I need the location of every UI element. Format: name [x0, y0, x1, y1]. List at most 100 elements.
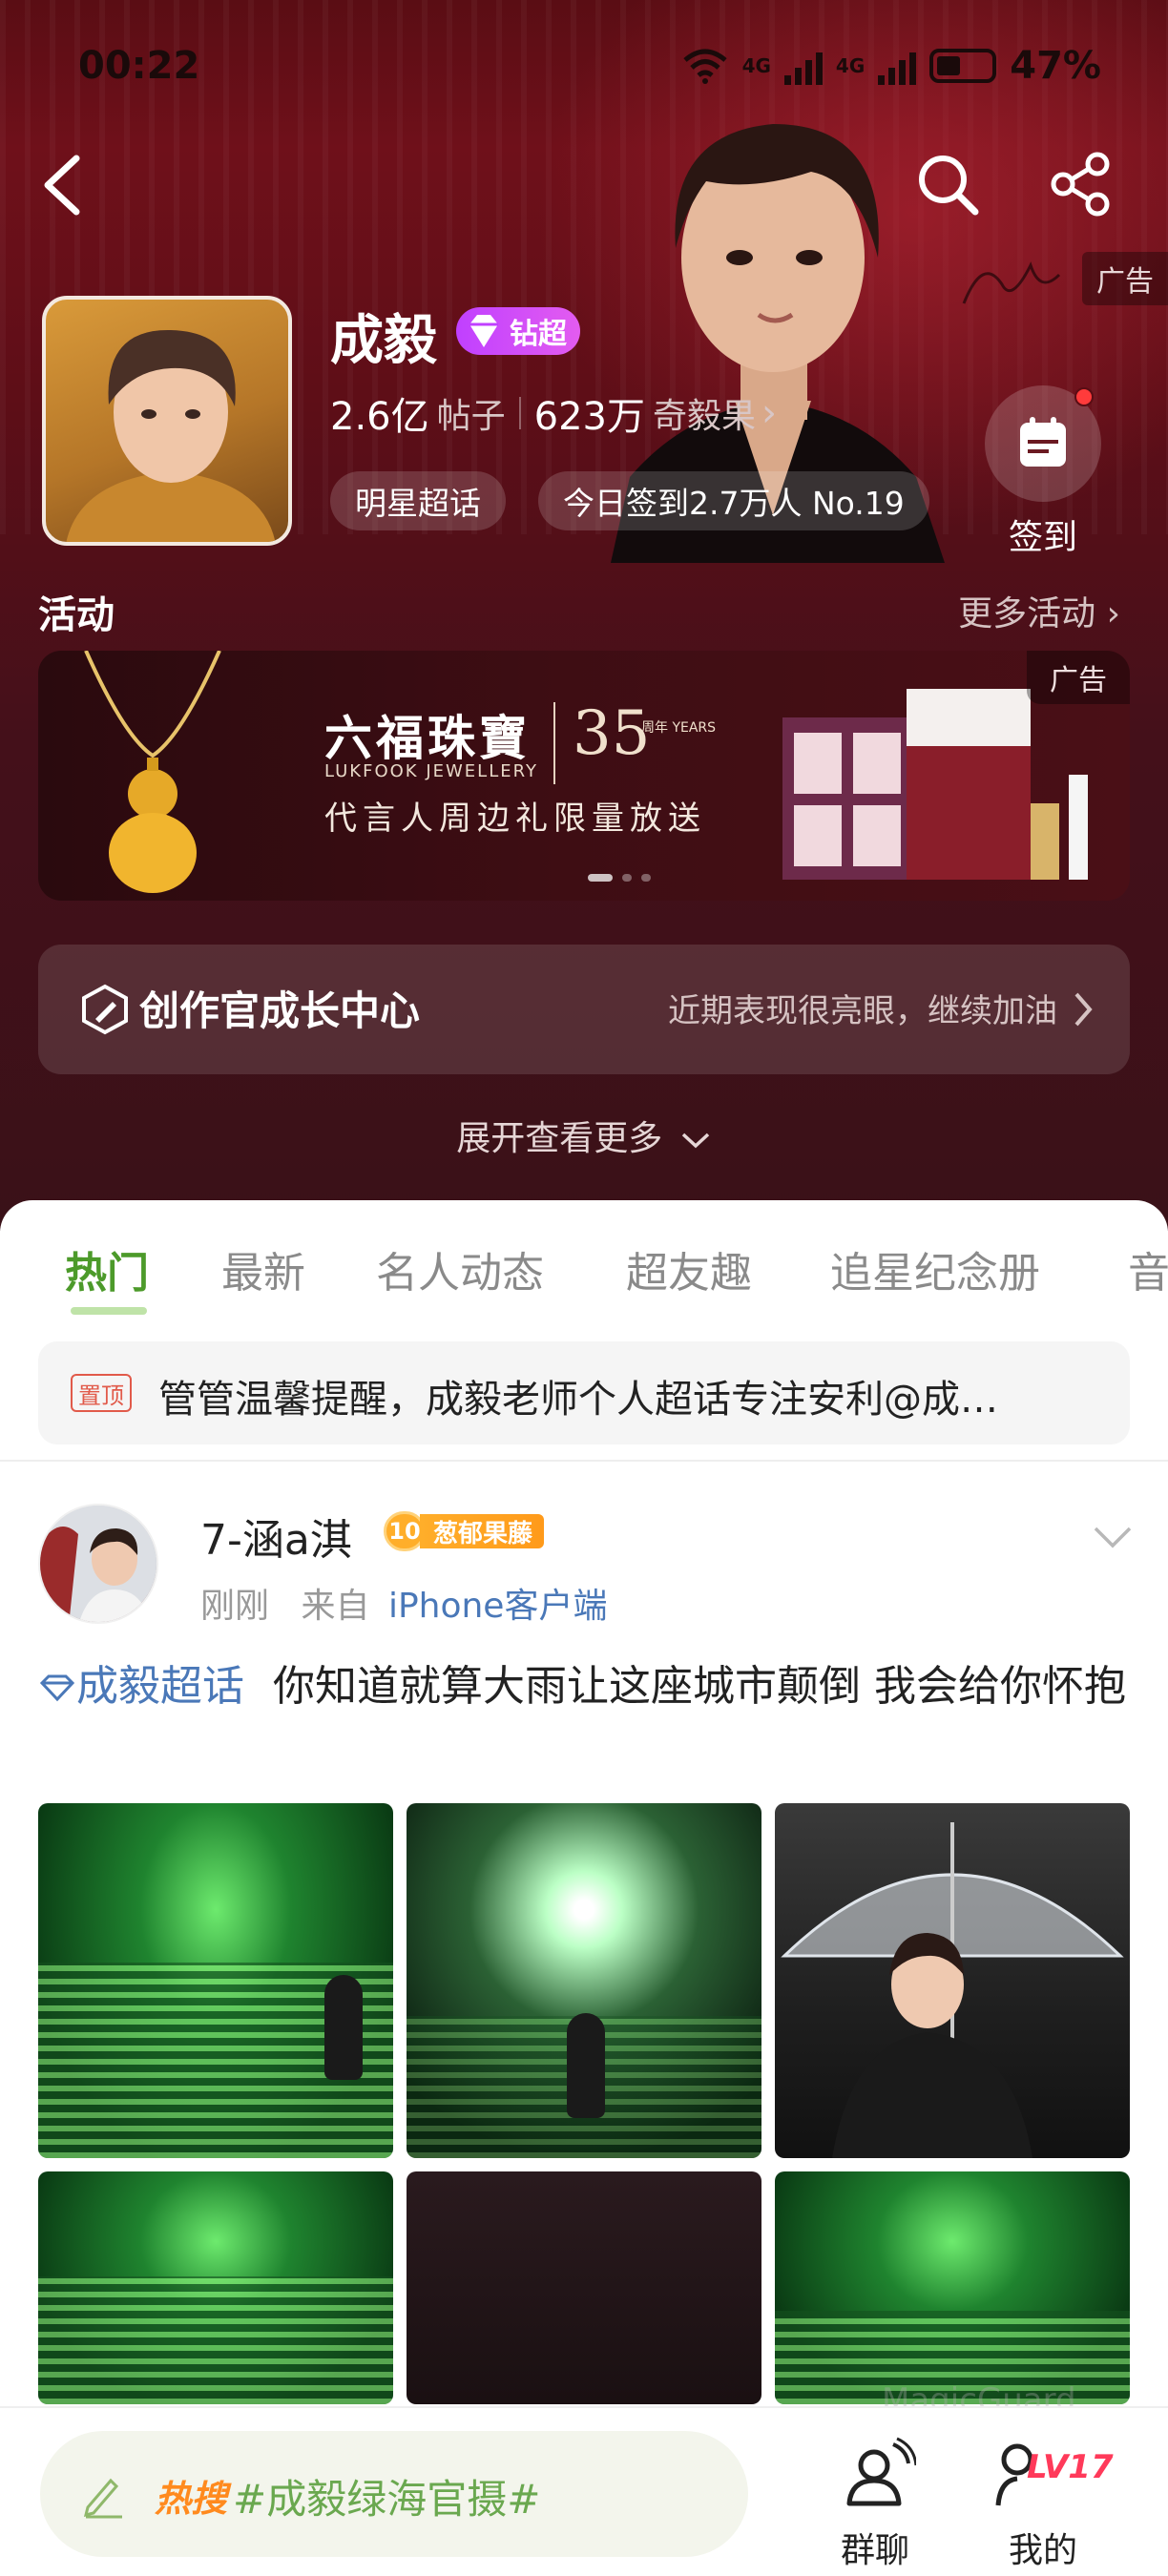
star-topic-chip[interactable]: 明星超话	[330, 471, 506, 530]
banner-divider	[553, 702, 555, 784]
search-icon[interactable]	[914, 151, 981, 218]
expand-more-label: 展开查看更多	[456, 1119, 663, 1158]
battery-icon	[929, 49, 997, 83]
avatar-image	[66, 329, 276, 542]
wifi-icon	[682, 49, 727, 84]
share-icon[interactable]	[1048, 151, 1115, 218]
banner-slogan: 代言人周边礼限量放送	[324, 800, 706, 838]
growth-center-title: 创作官成长中心	[139, 987, 421, 1034]
post-image[interactable]	[38, 1803, 393, 2158]
post-image[interactable]	[407, 2171, 761, 2404]
post-time: 刚刚	[200, 1587, 270, 1626]
tab-super-friends[interactable]: 超友趣	[626, 1238, 752, 1299]
super-topic-header: 00:22 4G 4G 47% 广告 成毅 钻超 2.6亿 帖子 623万 奇毅…	[0, 0, 1168, 1231]
carousel-dots	[588, 874, 651, 882]
notification-dot	[1074, 387, 1094, 406]
diamond-badge-label: 钻超	[510, 318, 567, 351]
lightstick-crowd	[38, 2275, 393, 2404]
back-icon[interactable]	[34, 149, 92, 221]
status-bar: 00:22 4G 4G 47%	[0, 36, 1168, 93]
network-type-1: 4G	[741, 54, 771, 77]
divider	[0, 1460, 1168, 1462]
pinned-tag: 置顶	[71, 1374, 132, 1412]
author-avatar[interactable]	[38, 1504, 158, 1624]
post-content: 成毅超话 你知道就算大雨让这座城市颠倒 我会给你怀抱	[38, 1656, 1136, 1717]
chevron-right-icon: ›	[761, 391, 778, 435]
group-chat-label: 群聊	[840, 2531, 909, 2570]
merchandise-image	[782, 689, 1088, 880]
umbrella-scene	[781, 1822, 1124, 2158]
expand-more-button[interactable]: 展开查看更多	[0, 1111, 1168, 1160]
checkin-label: 签到	[1008, 518, 1077, 557]
topic-link[interactable]: 成毅超话	[38, 1662, 244, 1711]
status-time: 00:22	[78, 44, 200, 88]
user-level-badge: LV17	[1027, 2448, 1114, 2486]
group-chat-icon	[846, 2437, 916, 2506]
post-author-name[interactable]: 7-涵a淇	[200, 1506, 352, 1567]
activity-banner[interactable]: 六福珠寶 LUKFOOK JEWELLERY 35 周年 YEARS 代言人周边…	[38, 651, 1130, 901]
post-source[interactable]: iPhone客户端	[388, 1587, 608, 1626]
performer-figure	[567, 2013, 605, 2118]
banner-brand-english: LUKFOOK JEWELLERY	[324, 761, 538, 781]
my-profile-label: 我的	[1008, 2531, 1077, 2570]
activities-title: 活动	[38, 593, 115, 637]
battery-percent: 47%	[1010, 44, 1101, 88]
post-image[interactable]	[38, 2171, 393, 2404]
creator-growth-center[interactable]: 创作官成长中心 近期表现很亮眼，继续加油	[38, 945, 1130, 1074]
status-indicators: 4G 4G 47%	[681, 44, 1101, 88]
tab-music[interactable]: 音	[1128, 1238, 1168, 1299]
diamond-icon	[39, 1674, 75, 1702]
tab-hot[interactable]: 热门	[65, 1238, 149, 1299]
gourd-pendant-image	[84, 651, 221, 893]
post-from-label: 来自	[301, 1587, 370, 1626]
pinned-text: 管管温馨提醒，成毅老师个人超话专注安利@成…	[158, 1378, 998, 1422]
diamond-super-badge[interactable]: 钻超	[456, 307, 580, 355]
banner-anniversary-label: 周年 YEARS	[641, 720, 717, 736]
performer-figure	[324, 1975, 363, 2080]
signal-icon	[783, 47, 823, 85]
post-image[interactable]	[407, 1803, 761, 2158]
post-image[interactable]	[775, 1803, 1130, 2158]
banner-brand-name: 六福珠寶	[324, 711, 531, 766]
topic-link-label: 成毅超话	[76, 1662, 244, 1711]
post-image[interactable]	[775, 2171, 1130, 2404]
tab-celebrity-updates[interactable]: 名人动态	[376, 1238, 544, 1299]
stats-divider	[518, 397, 521, 429]
topic-stats[interactable]: 2.6亿 帖子 623万 奇毅果 ›	[330, 385, 777, 441]
fan-level-badge[interactable]: 10 葱郁果藤	[384, 1511, 545, 1551]
active-tab-indicator	[71, 1307, 147, 1315]
hot-search-label: 热搜	[155, 2478, 228, 2520]
chevron-down-icon	[681, 1132, 709, 1149]
ad-tag: 广告	[1082, 252, 1168, 305]
post-meta: 刚刚 来自 iPhone客户端	[200, 1578, 607, 1628]
fans-label: 奇毅果	[653, 397, 757, 436]
signature-image	[962, 261, 1061, 304]
chevron-right-icon	[1074, 992, 1093, 1027]
group-chat-button[interactable]: 群聊	[803, 2427, 947, 2570]
banner-ad-tag: 广告	[1027, 651, 1130, 704]
calendar-icon	[1020, 417, 1066, 467]
topic-name: 成毅	[330, 310, 437, 372]
tab-fan-album[interactable]: 追星纪念册	[830, 1238, 1040, 1299]
hot-search-bar[interactable]: 热搜 #成毅绿海官摄#	[40, 2431, 748, 2557]
tab-latest[interactable]: 最新	[221, 1238, 305, 1299]
checkin-count-chip[interactable]: 今日签到2.7万人 No.19	[538, 471, 929, 530]
banner-anniversary-number: 35	[573, 698, 651, 769]
pen-icon	[83, 2478, 122, 2519]
chevron-down-icon[interactable]	[1090, 1521, 1136, 1553]
more-activities-link[interactable]: 更多活动 ›	[958, 586, 1120, 635]
feed-tabs: 热门 最新 名人动态 超友趣 追星纪念册 音	[0, 1200, 1168, 1299]
post-body-text: 你知道就算大雨让这座城市颠倒 我会给你怀抱	[273, 1662, 1126, 1711]
diamond-icon	[469, 315, 498, 347]
signal-icon	[878, 47, 917, 85]
pen-badge-icon	[82, 984, 128, 1035]
posts-count: 2.6亿	[330, 395, 429, 439]
network-type-2: 4G	[835, 54, 866, 77]
my-profile-button[interactable]: LV17 我的	[971, 2427, 1115, 2570]
posts-label: 帖子	[436, 397, 506, 436]
author-avatar-image	[40, 1506, 156, 1622]
topic-avatar[interactable]	[42, 296, 292, 546]
growth-center-subtitle: 近期表现很亮眼，继续加油	[668, 992, 1057, 1030]
hot-search-query: #成毅绿海官摄#	[233, 2476, 541, 2523]
pinned-post[interactable]: 置顶 管管温馨提醒，成毅老师个人超话专注安利@成…	[38, 1341, 1130, 1444]
